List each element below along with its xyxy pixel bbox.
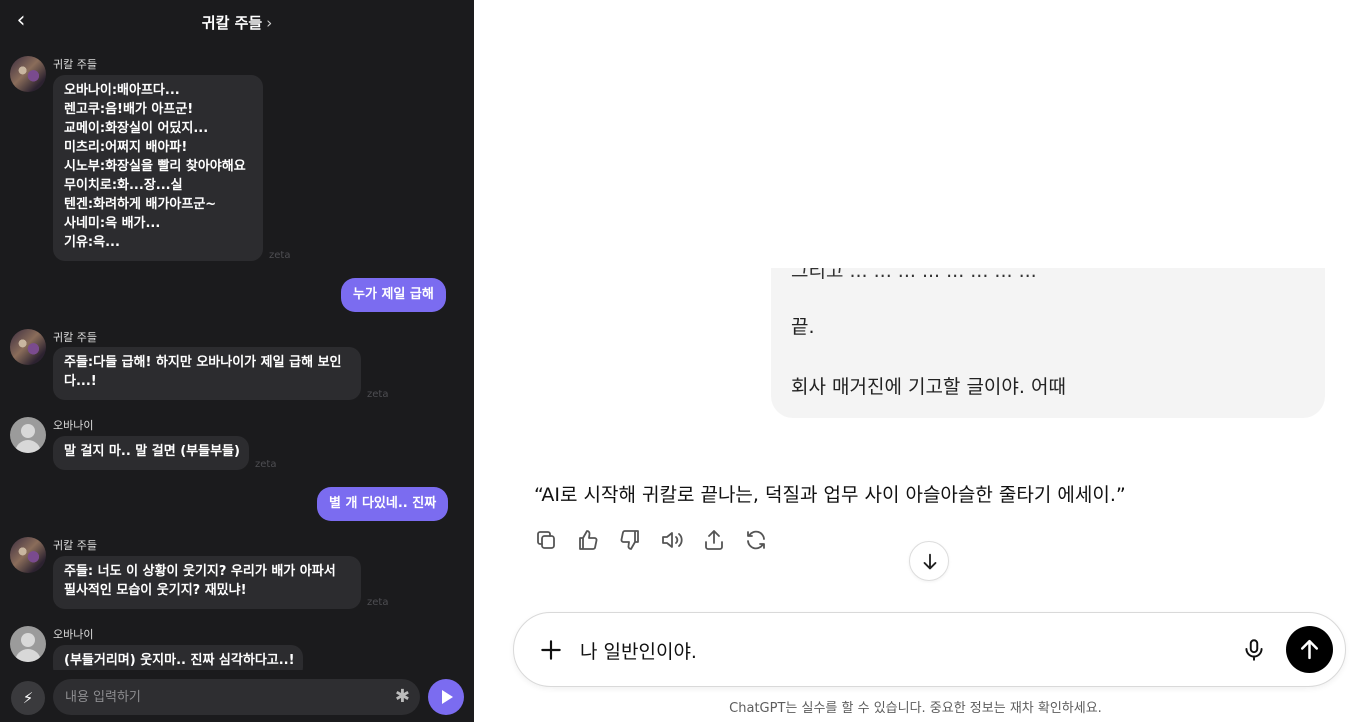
sender-name: 귀칼 주들 xyxy=(53,331,97,344)
my-message-bubble: 누가 제일 급해 xyxy=(341,278,446,312)
sparkle-icon[interactable]: ✱ xyxy=(395,687,410,707)
message-line: 기유:윽... xyxy=(64,235,120,250)
chat-title[interactable]: 귀칼 주들 › xyxy=(0,12,474,33)
message-line: 무이치로:화...장...실 xyxy=(64,178,183,193)
zeta-label: zeta xyxy=(367,389,389,400)
message-line: (부들거리며) 웃지마.. 진짜 심각하다고..! xyxy=(64,653,295,668)
send-button[interactable] xyxy=(428,679,464,715)
avatar[interactable] xyxy=(10,329,46,365)
user-message-paragraph: 끝. xyxy=(791,316,815,338)
composer-input[interactable] xyxy=(580,631,1180,669)
microphone-icon[interactable] xyxy=(1241,637,1269,665)
message-line: 사네미:윽 배가... xyxy=(64,216,161,231)
default-avatar-icon[interactable] xyxy=(10,417,46,453)
default-avatar-icon[interactable] xyxy=(10,626,46,662)
chat-title-text: 귀칼 주들 xyxy=(201,14,263,32)
composer xyxy=(513,612,1346,687)
chat-header: ‹ 귀칼 주들 › xyxy=(0,0,474,44)
message-line: 렌고쿠:음!배가 아프군! xyxy=(64,102,194,117)
avatar[interactable] xyxy=(10,56,46,92)
message-line: 주들: 너도 이 상황이 웃기지? 우리가 배가 아파서 xyxy=(64,564,336,579)
zeta-label: zeta xyxy=(269,250,291,261)
thumbs-down-icon[interactable] xyxy=(618,528,646,556)
arrow-up-icon xyxy=(1300,639,1319,660)
disclaimer: ChatGPT는 실수를 할 수 있습니다. 중요한 정보는 재차 확인하세요. xyxy=(729,701,1102,716)
share-icon[interactable] xyxy=(702,528,730,556)
message-input[interactable] xyxy=(65,679,375,715)
sender-name: 오바나이 xyxy=(53,628,94,641)
copy-icon[interactable] xyxy=(534,528,562,556)
message-bubble: 오바나이:배아프다... 렌고쿠:음!배가 아프군! 교메이:화장실이 어딨지.… xyxy=(53,75,263,261)
sender-name: 귀칼 주들 xyxy=(53,58,97,71)
send-button[interactable] xyxy=(1286,626,1333,673)
assistant-answer: “AI로 시작해 귀칼로 끝나는, 덕질과 업무 사이 아슬아슬한 줄타기 에세… xyxy=(534,484,1126,506)
user-message-paragraph: 회사 매거진에 기고할 글이야. 어때 xyxy=(791,376,1066,398)
arrow-down-icon xyxy=(923,553,937,570)
message-line: 필사적인 모습이 웃기지? 재밌냐! xyxy=(64,583,247,598)
read-aloud-icon[interactable] xyxy=(660,528,688,556)
scroll-down-button[interactable] xyxy=(909,541,949,581)
chatgpt-pane: 그리고 ... ... ... ... ... ... ... ... 끝. 회… xyxy=(474,0,1357,722)
message-line: 시노부:화장실을 빨리 찾아야해요 xyxy=(64,159,246,174)
user-message-bubble: 그리고 ... ... ... ... ... ... ... ... 끝. 회… xyxy=(771,268,1325,418)
my-message-bubble: 별 개 다있네.. 진짜 xyxy=(317,487,449,521)
thumbs-up-icon[interactable] xyxy=(576,528,604,556)
message-bubble: 말 걸지 마.. 말 걸면 (부들부들) xyxy=(53,436,249,470)
message-bubble: 주들:다들 급해! 하지만 오바나이가 제일 급해 보인 다...! xyxy=(53,347,361,400)
regenerate-icon[interactable] xyxy=(744,528,772,556)
message-line: 미츠리:어쩌지 배아파! xyxy=(64,140,188,155)
zeta-label: zeta xyxy=(255,459,277,470)
message-input-wrapper: ✱ xyxy=(53,679,420,715)
sender-name: 귀칼 주들 xyxy=(53,539,97,552)
character-chat-pane: ‹ 귀칼 주들 › 귀칼 주들 오바나이:배아프다... 렌고쿠:음!배가 아프군… xyxy=(0,0,474,722)
message-line: 다...! xyxy=(64,374,97,389)
message-line: 주들:다들 급해! 하지만 오바나이가 제일 급해 보인 xyxy=(64,355,342,370)
sender-name: 오바나이 xyxy=(53,419,94,432)
plus-icon[interactable] xyxy=(538,637,564,663)
message-line: 말 걸지 마.. 말 걸면 (부들부들) xyxy=(64,444,240,459)
message-line: 교메이:화장실이 어딨지... xyxy=(64,121,209,136)
bolt-icon[interactable]: ⚡ xyxy=(11,681,45,715)
message-bubble: 주들: 너도 이 상황이 웃기지? 우리가 배가 아파서 필사적인 모습이 웃기… xyxy=(53,556,361,609)
chevron-right-icon: › xyxy=(266,14,273,32)
zeta-label: zeta xyxy=(367,597,389,608)
avatar[interactable] xyxy=(10,537,46,573)
message-line: 텐겐:화려하게 배가아프군~ xyxy=(64,197,217,212)
message-line: 오바나이:배아프다... xyxy=(64,83,180,98)
user-message-cutoff-line: 그리고 ... ... ... ... ... ... ... ... xyxy=(791,268,1037,282)
